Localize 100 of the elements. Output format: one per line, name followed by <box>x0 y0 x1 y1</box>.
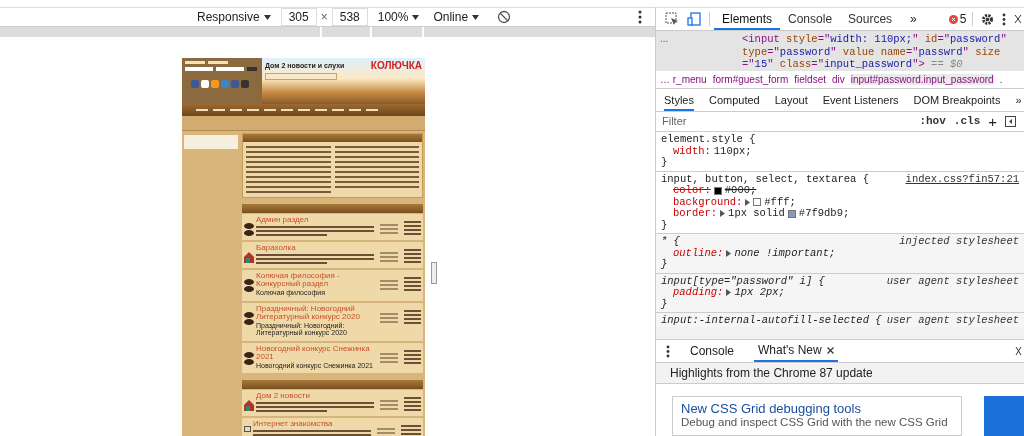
css-value[interactable]: 1px solid <box>728 208 785 220</box>
stylesheet-source[interactable]: index.css?fin57:21 <box>905 173 1019 186</box>
feature-description: Debug and inspect CSS Grid with the new CSS Grid <box>681 416 949 428</box>
error-icon <box>948 14 958 24</box>
stats-text-drawing <box>380 252 398 262</box>
css-property[interactable]: outline: <box>673 247 724 260</box>
css-property[interactable]: color: <box>673 185 711 197</box>
breadcrumb-item[interactable]: div <box>831 73 845 85</box>
expand-arrow-icon[interactable] <box>720 210 726 218</box>
horizontal-scrollbar[interactable] <box>656 327 1024 340</box>
feature-title[interactable]: New CSS Grid debugging tools <box>681 401 953 416</box>
stats-text-drawing <box>380 312 398 323</box>
close-drawer-icon[interactable] <box>1015 346 1022 356</box>
color-swatch[interactable] <box>787 209 796 218</box>
more-options-icon[interactable] <box>1002 12 1007 26</box>
css-value[interactable]: #fff; <box>764 196 796 209</box>
throttling-dropdown[interactable]: Online <box>429 10 484 24</box>
stylesheet-source: injected stylesheet <box>899 236 1019 248</box>
expand-arrow-icon[interactable] <box>726 289 732 297</box>
color-swatch[interactable] <box>713 186 722 195</box>
stats-text-drawing <box>380 224 398 234</box>
css-property[interactable]: border: <box>673 208 718 220</box>
ellipsis-button[interactable]: ... <box>660 33 736 71</box>
square-icon <box>244 426 251 432</box>
css-selector: input:-internal-autofill-selected { <box>661 315 882 327</box>
hover-state-toggle[interactable]: :hov <box>919 115 946 128</box>
caret-icon <box>412 14 420 20</box>
site-logo: КОЛЮЧКА <box>370 60 422 71</box>
expand-arrow-icon[interactable] <box>745 198 751 206</box>
styles-subtab[interactable]: Event Listeners <box>822 88 899 111</box>
stylesheet-source: user agent stylesheet <box>886 275 1019 288</box>
width-field[interactable]: 305 <box>280 8 317 26</box>
sidebar-toggle-icon[interactable] <box>1005 115 1016 127</box>
css-property[interactable]: padding: <box>673 287 724 299</box>
breadcrumb-item[interactable]: input#password.input_password <box>850 73 994 85</box>
css-property[interactable]: background: <box>673 196 743 209</box>
css-selector: * { <box>661 236 680 248</box>
close-icon[interactable] <box>826 346 834 354</box>
styles-subtab[interactable]: Styles <box>664 88 694 111</box>
device-toggle-icon[interactable] <box>687 12 701 26</box>
css-selector: element.style { <box>661 134 756 146</box>
last-post-text-drawing <box>404 277 421 291</box>
css-value[interactable]: #000; <box>724 185 757 197</box>
css-property[interactable]: width: <box>673 145 711 158</box>
stats-text-drawing <box>377 428 395 436</box>
selected-dom-node[interactable]: <input style="width: 110px;" id="password" type="password" value name="passwrd" size ="15" class="input_password"> == $0 <box>742 33 1018 71</box>
class-toggle[interactable]: .cls <box>953 115 981 128</box>
last-post-text-drawing <box>404 249 421 263</box>
closing-brace: } <box>661 219 669 232</box>
closing-brace: } <box>661 157 669 169</box>
css-value[interactable]: 1px 2px; <box>734 287 785 299</box>
expand-arrow-icon[interactable] <box>726 249 732 257</box>
drawer-tab[interactable]: Console <box>686 340 739 362</box>
whats-new-heading: Highlights from the Chrome 87 update <box>656 363 1024 384</box>
feature-image-placeholder <box>984 396 1024 436</box>
times-sign: × <box>320 10 328 24</box>
house-icon <box>244 398 254 412</box>
css-value[interactable]: none !important; <box>734 247 836 260</box>
inspect-icon[interactable] <box>665 12 679 26</box>
last-post-text-drawing <box>404 221 421 235</box>
device-dropdown[interactable]: Responsive <box>193 10 275 24</box>
new-rule-button[interactable]: + <box>988 112 997 130</box>
panel-tab[interactable]: Console <box>780 8 841 30</box>
error-count[interactable]: 5 <box>948 12 974 26</box>
feature-card[interactable]: New CSS Grid debugging tools Debug and inspect CSS Grid with the new CSS Grid <box>672 396 962 436</box>
more-options-icon[interactable] <box>638 10 642 24</box>
caret-icon <box>263 14 271 20</box>
settings-icon[interactable] <box>981 12 995 26</box>
closing-brace: } <box>661 259 669 271</box>
more-tabs-button[interactable]: » <box>1015 88 1022 111</box>
forum-icon <box>244 310 254 325</box>
closing-brace: } <box>661 298 669 311</box>
breadcrumb-item[interactable]: . <box>999 73 1003 85</box>
css-value[interactable]: 110px; <box>713 145 752 158</box>
height-field[interactable]: 538 <box>331 8 368 26</box>
caret-icon <box>472 14 480 20</box>
rotate-icon[interactable] <box>497 10 512 24</box>
stylesheet-source: user agent stylesheet <box>886 315 1019 327</box>
styles-subtab[interactable]: DOM Breakpoints <box>913 88 1001 111</box>
close-icon[interactable] <box>1014 14 1023 24</box>
breadcrumb-item[interactable]: fieldset <box>794 73 826 85</box>
house-icon <box>244 250 254 264</box>
forum-icon <box>244 350 254 365</box>
forum-icon <box>244 278 254 292</box>
breadcrumb-item[interactable]: form#guest_form <box>712 73 789 85</box>
zoom-dropdown[interactable]: 100% <box>373 10 424 24</box>
css-selector: input[type="password" i] { <box>661 275 825 287</box>
styles-subtab[interactable]: Computed <box>708 88 760 111</box>
stats-text-drawing <box>380 352 398 363</box>
more-tabs-button[interactable]: » <box>910 12 917 26</box>
breadcrumb-item[interactable]: … r_menu <box>660 73 707 85</box>
drawer-menu-icon[interactable] <box>666 344 670 358</box>
last-post-text-drawing <box>404 397 421 411</box>
resize-handle[interactable] <box>431 262 437 284</box>
color-swatch[interactable] <box>753 198 762 207</box>
css-value[interactable]: #7f9db9; <box>798 208 850 220</box>
stats-text-drawing <box>380 280 398 290</box>
styles-subtab[interactable]: Layout <box>774 88 808 111</box>
panel-tab[interactable]: Sources <box>840 8 901 30</box>
sidebar-box-drawing <box>184 135 238 149</box>
